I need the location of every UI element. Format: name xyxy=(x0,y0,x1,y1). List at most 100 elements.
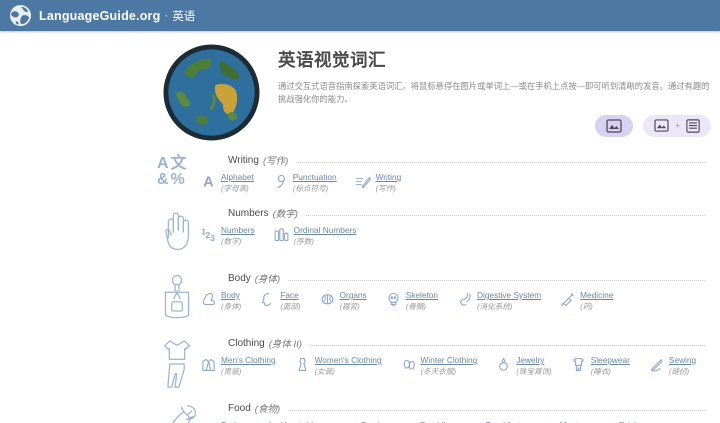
picture-icon xyxy=(654,119,669,132)
vocab-item-ordinal-numbers: Ordinal Numbers (序数) xyxy=(273,225,357,247)
vocab-link-sewing[interactable]: Sewing xyxy=(669,355,696,365)
vocab-item-jewelry: Jewelry (珠宝首饰) xyxy=(495,355,552,377)
section-divider-line xyxy=(288,409,705,411)
skull-icon xyxy=(385,291,402,308)
brand-title[interactable]: LanguageGuide.org xyxy=(39,9,160,23)
hand-icon xyxy=(155,206,200,259)
vocab-link-body[interactable]: Body xyxy=(221,290,241,300)
digits-123-icon: 123 xyxy=(200,226,217,243)
brand-language[interactable]: 英语 xyxy=(172,8,195,24)
pajamas-icon xyxy=(570,356,587,373)
vocab-link-sleepwear[interactable]: Sleepwear xyxy=(591,355,630,365)
letter-a-icon: A xyxy=(200,173,217,190)
carrot-radish-icon xyxy=(155,401,200,423)
vocab-link-winter-clothing[interactable]: Winter Clothing xyxy=(421,355,478,365)
vocab-link-ordinal-numbers[interactable]: Ordinal Numbers xyxy=(294,225,357,235)
picture-icon xyxy=(606,118,622,133)
vocab-sub-label: (珠宝首饰) xyxy=(516,367,552,376)
vocab-link-organs[interactable]: Organs xyxy=(340,290,367,300)
brain-icon xyxy=(319,291,336,308)
section-title: Clothing (身体 II) xyxy=(228,336,705,350)
svg-text:A: A xyxy=(203,175,214,190)
vocab-item-skeleton: Skeleton (骨骼) xyxy=(385,290,438,312)
section-title: Body (身体) xyxy=(228,271,705,285)
vocab-sub-label: (睡衣) xyxy=(590,367,611,376)
vocab-sub-label: (男装) xyxy=(221,367,242,376)
vocab-sub-label: (标点符号) xyxy=(292,184,329,193)
vocab-sub-label: (缝纫) xyxy=(668,367,690,376)
section-writing: A文 &% Writing (写作) A Alphabet (字母表) Punctuation… xyxy=(155,153,720,194)
vocab-item-winter-clothing: Winter Clothing (冬天衣服) xyxy=(400,355,478,377)
vocab-sub-label: (数字) xyxy=(221,237,242,246)
section-title-en: Numbers xyxy=(228,207,269,219)
vocab-link-punctuation[interactable]: Punctuation xyxy=(293,172,337,182)
vocabulary-sections: A文 &% Writing (写作) A Alphabet (字母表) Punctuation… xyxy=(0,153,720,423)
vocab-link-writing[interactable]: Writing xyxy=(376,172,402,182)
section-title-zh: (数字) xyxy=(272,209,298,220)
section-title: Writing (写作) xyxy=(228,153,705,167)
section-divider-line xyxy=(288,279,705,281)
needle-thread-icon xyxy=(648,356,665,373)
vocab-item-medicine: Medicine (药) xyxy=(559,290,613,312)
vocab-sub-label: (面部) xyxy=(280,302,301,311)
vocab-item-body: Body (身体) xyxy=(200,290,241,312)
section-title-zh: (身体) xyxy=(254,274,281,285)
app-header: LanguageGuide.org · 英语 xyxy=(0,0,720,31)
vocab-sub-label: (写作) xyxy=(375,184,396,193)
vocab-link-men-s-clothing[interactable]: Men's Clothing xyxy=(221,355,276,365)
vocab-sub-label: (序数) xyxy=(293,237,314,246)
vocab-link-alphabet[interactable]: Alphabet xyxy=(221,172,254,182)
page-description: 通过交互式语音指南探索英语词汇。将鼠标悬停在图片或单词上—或在手机上点按—即可听… xyxy=(278,81,710,105)
vocab-item-sleepwear: Sleepwear (睡衣) xyxy=(570,355,630,377)
body-anatomy-icon xyxy=(155,271,200,324)
view-mode-picture-text-button[interactable]: + xyxy=(643,114,711,137)
vocab-sub-label: (器官) xyxy=(339,302,360,311)
vocab-link-medicine[interactable]: Medicine xyxy=(580,290,613,300)
section-title-zh: (身体 II) xyxy=(268,339,302,350)
section-title-en: Food xyxy=(228,402,251,414)
stomach-icon xyxy=(456,291,473,308)
vocab-item-writing: Writing (写作) xyxy=(355,172,402,194)
brand-globe-icon[interactable] xyxy=(9,4,32,27)
bar-chart-icon xyxy=(273,226,290,243)
vocab-sub-label: (骨骼) xyxy=(405,302,426,311)
face-profile-icon xyxy=(259,291,276,308)
section-title: Numbers (数字) xyxy=(228,206,705,220)
vocab-link-jewelry[interactable]: Jewelry xyxy=(516,355,551,365)
shirt-pants-icon xyxy=(155,336,200,389)
section-title: Food (食物) xyxy=(228,401,705,415)
vocab-sub-label: (药) xyxy=(580,302,593,311)
vocab-link-numbers[interactable]: Numbers xyxy=(221,225,255,235)
vocab-link-face[interactable]: Face xyxy=(280,290,300,300)
pencil-lines-icon xyxy=(355,173,372,190)
plus-icon: + xyxy=(675,121,680,131)
letters-symbols-icon: A文 &% xyxy=(157,155,189,189)
section-title-zh: (食物) xyxy=(254,404,281,415)
vocab-link-women-s-clothing[interactable]: Women's Clothing xyxy=(315,355,382,365)
foot-icon xyxy=(200,291,217,308)
view-mode-picture-button[interactable] xyxy=(595,114,634,137)
section-divider-line xyxy=(305,214,705,216)
dress-icon xyxy=(294,356,311,373)
vocab-link-digestive-system[interactable]: Digestive System xyxy=(477,290,541,300)
hero: 英语视觉词汇 通过交互式语音指南探索英语词汇。将鼠标悬停在图片或单词上—或在手机… xyxy=(163,44,720,141)
globe-image xyxy=(163,44,260,141)
section-clothing: Clothing (身体 II) Men's Clothing (男装) Women's… xyxy=(155,336,720,389)
jacket-icon xyxy=(200,356,217,373)
vocab-sub-label: (字母表) xyxy=(221,184,249,193)
vocab-item-digestive-system: Digestive System (消化系统) xyxy=(456,290,541,312)
comma-icon xyxy=(272,173,289,190)
svg-text:3: 3 xyxy=(210,233,215,243)
vocab-sub-label: (消化系统) xyxy=(477,302,513,311)
section-divider-line xyxy=(296,161,705,163)
page-title: 英语视觉词汇 xyxy=(278,50,386,70)
vocab-link-skeleton[interactable]: Skeleton xyxy=(406,290,438,300)
section-title-zh: (写作) xyxy=(262,156,289,167)
section-title-en: Clothing xyxy=(228,337,265,349)
vocab-sub-label: (冬天衣服) xyxy=(420,367,456,376)
vocab-sub-label: (身体) xyxy=(221,302,242,311)
section-numbers: Numbers (数字) 1 2 3 Numbers (数字) Ordinal Numbers… xyxy=(155,206,720,259)
vocab-item-men-s-clothing: Men's Clothing (男装) xyxy=(200,355,276,377)
syringe-icon xyxy=(559,291,576,308)
vocab-sub-label: (女装) xyxy=(314,367,335,376)
